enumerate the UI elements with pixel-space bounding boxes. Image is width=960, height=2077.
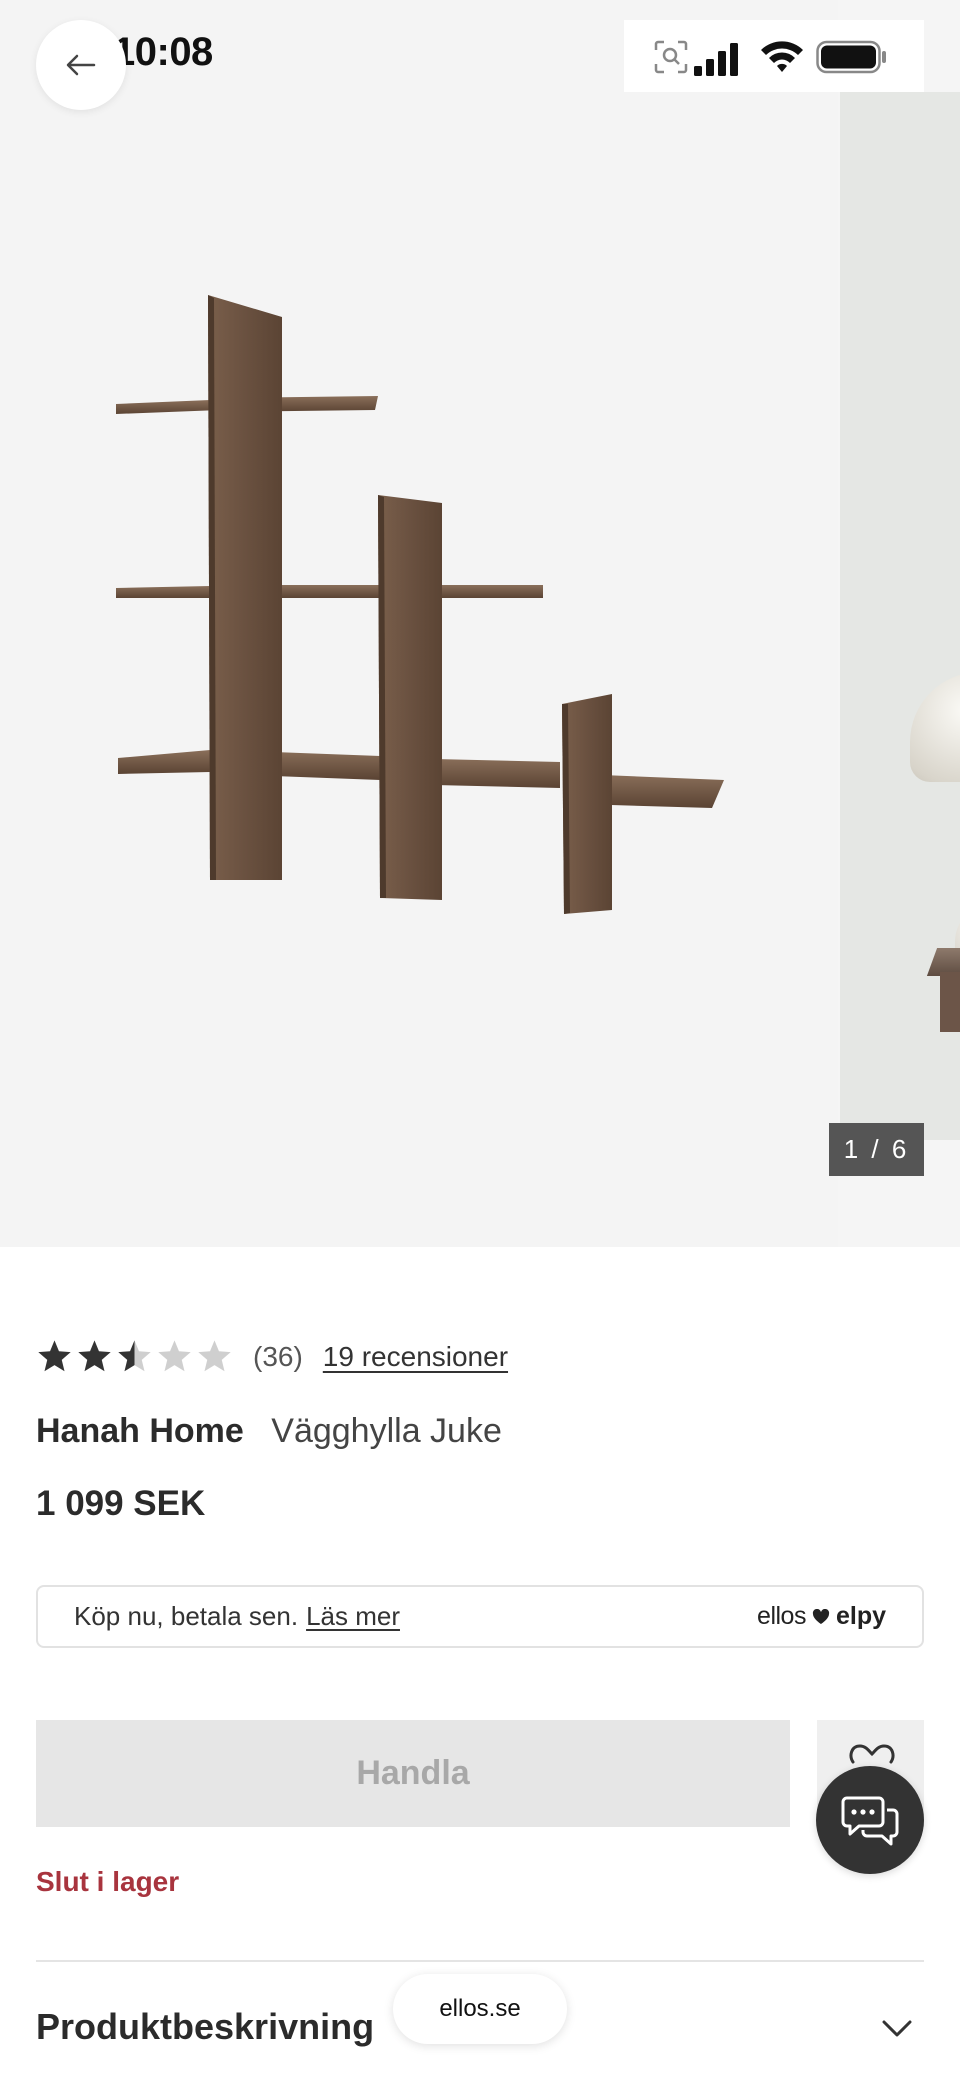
chevron-down-icon[interactable] xyxy=(880,2016,914,2042)
arrow-left-icon xyxy=(66,54,96,76)
product-title: Hanah Home Vägghylla Juke xyxy=(36,1412,502,1451)
wifi-icon xyxy=(761,41,803,72)
next-image-preview[interactable] xyxy=(840,92,960,1140)
status-bar-icons xyxy=(624,20,924,92)
buy-button[interactable]: Handla xyxy=(36,1720,790,1827)
star-filled-icon xyxy=(38,1340,71,1372)
back-button[interactable] xyxy=(36,20,126,110)
chat-button[interactable] xyxy=(816,1766,924,1874)
battery-icon xyxy=(816,40,886,74)
product-description-header[interactable]: Produktbeskrivning xyxy=(36,2006,374,2048)
product-image-gallery[interactable]: 1 / 6 xyxy=(0,0,960,1247)
star-filled-icon xyxy=(78,1340,111,1372)
pay-later-text: Köp nu, betala sen. xyxy=(74,1601,299,1631)
rating-stars xyxy=(36,1338,233,1375)
star-half-icon xyxy=(118,1340,151,1372)
section-divider xyxy=(36,1960,924,1962)
read-more-link[interactable]: Läs mer xyxy=(306,1601,400,1632)
browser-url-bar[interactable]: ellos.se xyxy=(393,1974,567,2044)
shelf-image-fragment-post xyxy=(940,972,960,1032)
lamp-image xyxy=(910,672,960,782)
ellos-elpy-logo: ellos elpy xyxy=(757,1602,886,1631)
screen-scan-icon xyxy=(654,40,688,74)
wall-shelf-image xyxy=(116,295,724,914)
elpy-logo-text: elpy xyxy=(835,1602,886,1630)
heart-icon xyxy=(812,1608,830,1624)
reviews-link[interactable]: 19 recensioner xyxy=(323,1341,508,1373)
ellos-logo-text: ellos xyxy=(757,1602,806,1630)
product-price: 1 099 SEK xyxy=(36,1484,206,1523)
rating-count: (36) xyxy=(253,1340,303,1372)
image-counter: 1 / 6 xyxy=(829,1123,924,1176)
pay-later-banner: Köp nu, betala sen. Läs mer ellos elpy xyxy=(36,1585,924,1648)
star-empty-icon xyxy=(198,1340,231,1372)
status-time: 10:08 xyxy=(113,30,213,74)
cellular-signal-icon xyxy=(694,43,738,76)
product-brand[interactable]: Hanah Home xyxy=(36,1412,244,1450)
chat-bubbles-icon xyxy=(841,1796,899,1846)
product-name: Vägghylla Juke xyxy=(271,1412,502,1450)
stock-status: Slut i lager xyxy=(36,1866,180,1897)
star-empty-icon xyxy=(158,1340,191,1372)
product-image-main[interactable] xyxy=(0,0,838,1247)
product-rating: (36) 19 recensioner xyxy=(36,1338,508,1375)
